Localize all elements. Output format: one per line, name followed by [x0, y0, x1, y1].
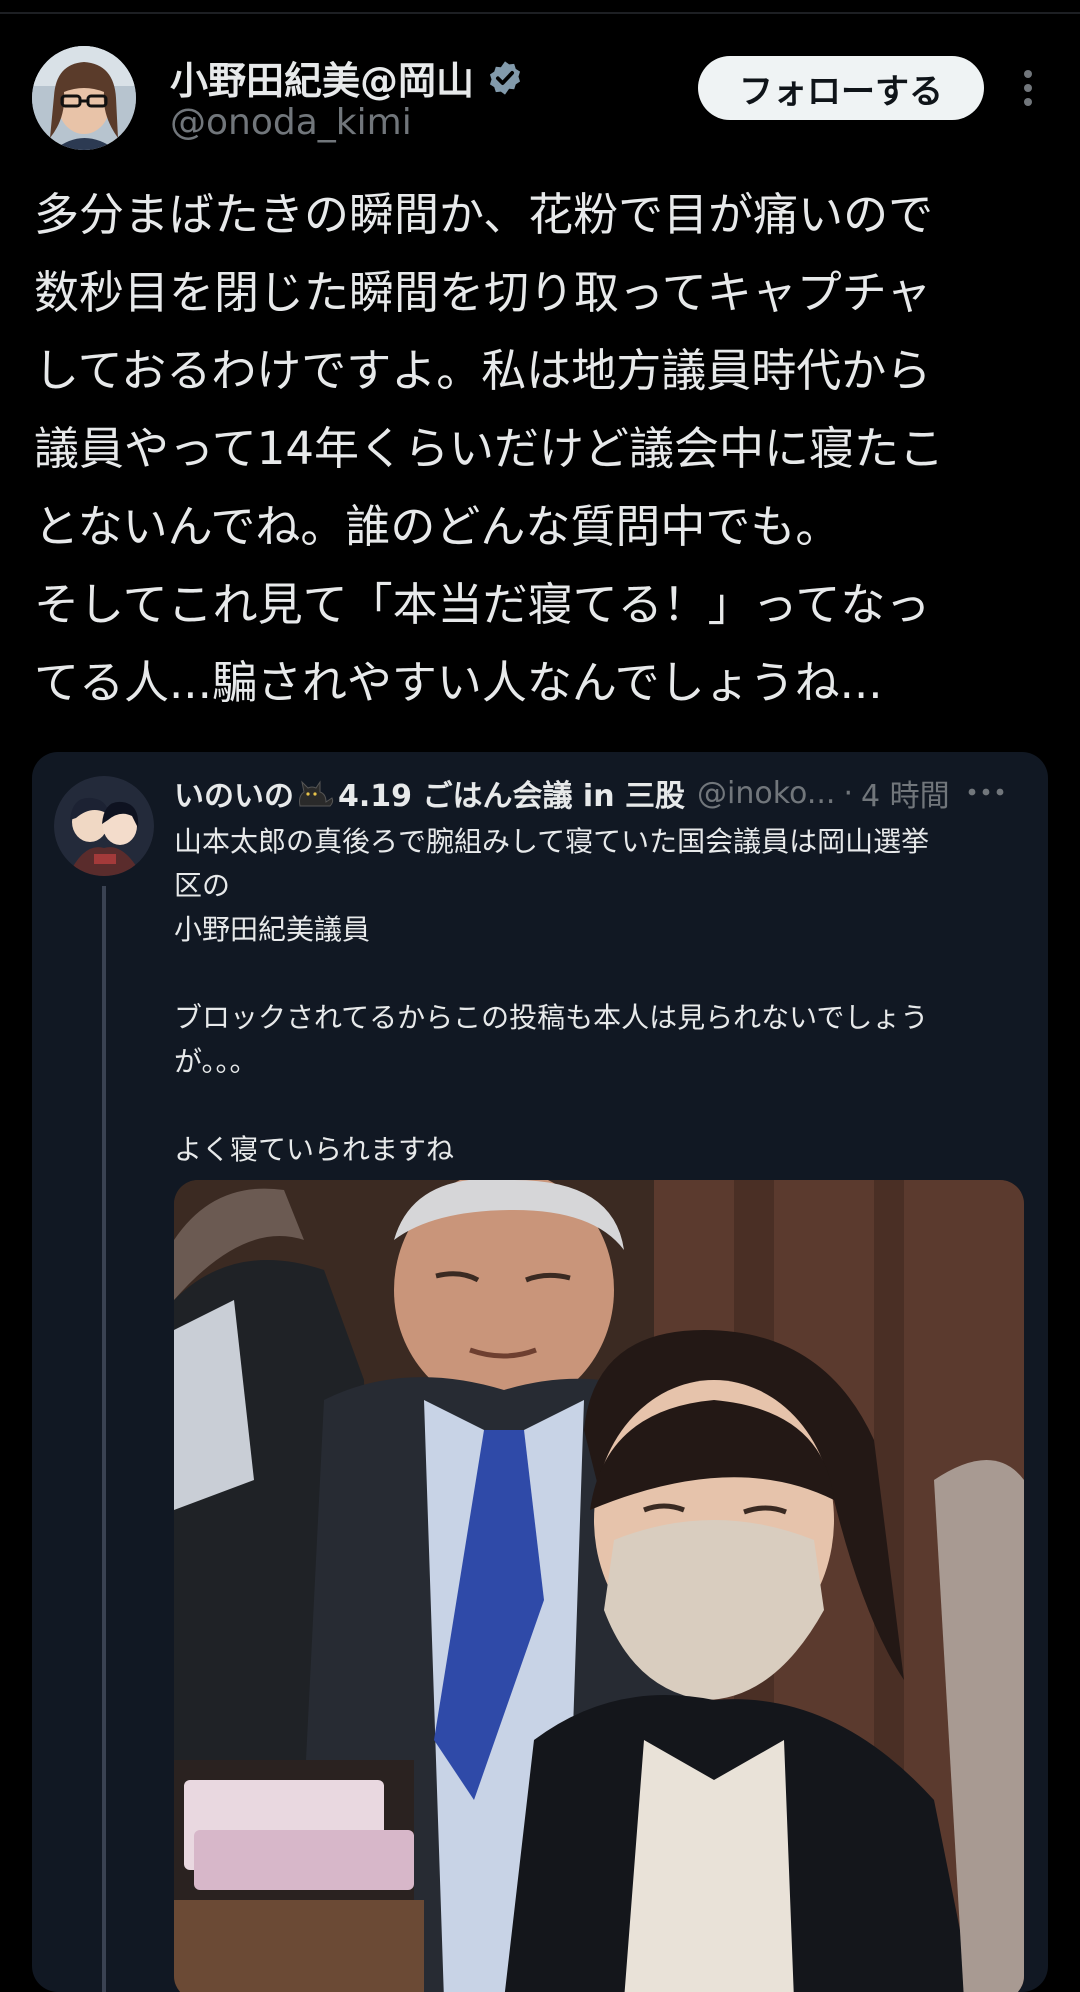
quoted-author-name-part: 4.19 ごはん会議 in 三股 [338, 779, 685, 814]
quoted-text-line: ブロックされてるからこの投稿も本人は見られないでしょう [174, 1001, 929, 1034]
quoted-text-line: が。。。 [174, 1045, 258, 1078]
more-vertical-icon[interactable] [1018, 68, 1038, 108]
top-divider [0, 12, 1080, 14]
quoted-author-name[interactable]: いのいの 4.19 ごはん会議 in 三股 [174, 771, 685, 815]
author-name-text: 小野田紀美@岡山 [170, 59, 475, 103]
quoted-post-header: いのいの 4.19 ごはん会議 in 三股 @inoko... · 4 時間 [174, 770, 1034, 816]
quoted-text-line [174, 952, 1034, 996]
quoted-text-line: よく寝ていられますね [174, 1133, 455, 1166]
quoted-author-name-part: いのいの [174, 779, 294, 814]
verified-badge-icon [486, 59, 524, 97]
header-separator: · [843, 775, 853, 811]
author-handle[interactable]: @onoda_kimi [170, 102, 412, 143]
tweet-text-line: 多分まばたきの瞬間か、花粉で目が痛いので [34, 188, 934, 241]
more-horizontal-icon[interactable] [966, 784, 1006, 800]
quoted-post-text: 山本太郎の真後ろで腕組みして寝ていた国会議員は岡山選挙 区の 小野田紀美議員 ブ… [174, 820, 1034, 1172]
quoted-post-photo[interactable] [174, 1180, 1024, 1992]
tweet-text-line: そしてこれ見て「本当だ寝てる！」ってなっ [34, 578, 931, 631]
quoted-text-line: 山本太郎の真後ろで腕組みして寝ていた国会議員は岡山選挙 [174, 825, 930, 858]
quoted-post-time[interactable]: 4 時間 [861, 771, 950, 815]
tweet-text-line: 数秒目を閉じた瞬間を切り取ってキャプチャ [34, 266, 932, 319]
quoted-text-line: 区の [174, 869, 231, 902]
quoted-post-card[interactable]: いのいの 4.19 ごはん会議 in 三股 @inoko... · 4 時間 山本… [32, 752, 1048, 1992]
tweet-text-line: 議員やって14年くらいだけど議会中に寝たこ [34, 422, 945, 475]
author-avatar[interactable] [32, 46, 136, 150]
author-name[interactable]: 小野田紀美@岡山 [170, 50, 524, 105]
quoted-text-line [174, 1084, 1034, 1128]
tweet-text-line: とないんでね。誰のどんな質問中でも。 [34, 500, 841, 553]
quoted-author-handle[interactable]: @inoko... [697, 776, 835, 811]
tweet-text: 多分まばたきの瞬間か、花粉で目が痛いので 数秒目を閉じた瞬間を切り取ってキャプチ… [34, 176, 1054, 722]
quoted-text-line: 小野田紀美議員 [174, 913, 371, 946]
quoted-author-avatar[interactable] [54, 776, 154, 876]
thread-line [102, 886, 106, 1992]
black-cat-icon [299, 780, 334, 807]
tweet-text-line: てる人...騙されやすい人なんでしょうね... [34, 656, 883, 709]
tweet-text-line: しておるわけですよ。私は地方議員時代から [34, 344, 932, 397]
follow-button[interactable]: フォローする [698, 56, 984, 120]
